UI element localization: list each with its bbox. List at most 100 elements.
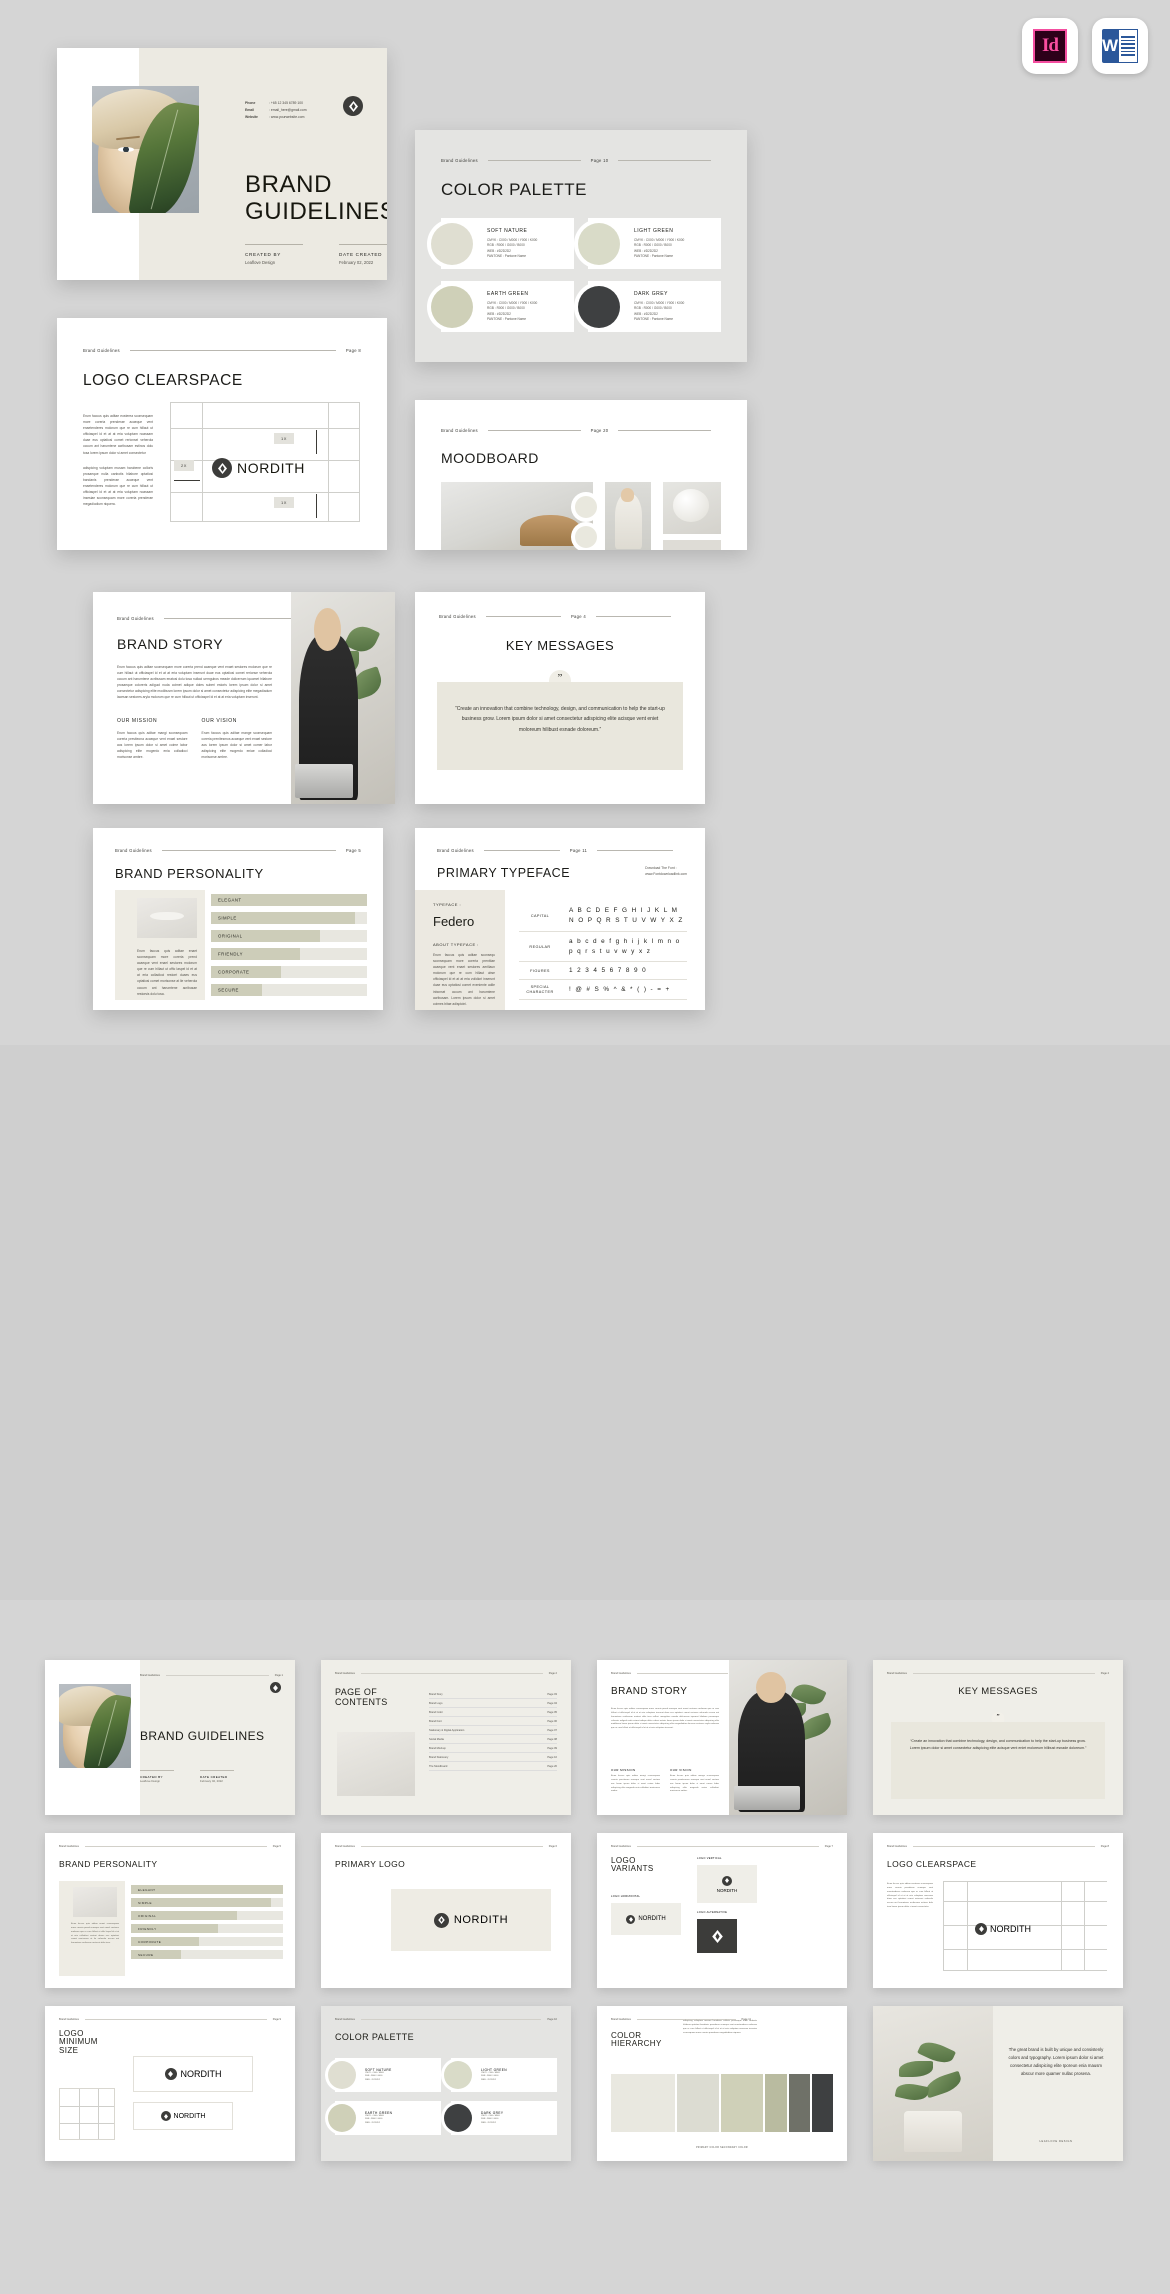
swatch-card[interactable]: LIGHT GREEN CMYK : C000 / M000 / Y000 / …: [578, 218, 721, 269]
clearspace-paragraph-1: Erum faccus quis aditae eosterea sconseq…: [83, 414, 153, 455]
thumb-header-page: Page 9: [272, 2018, 281, 2021]
trait-label: FRIENDLY: [218, 951, 243, 957]
thumb-header-page: Page 7: [824, 1845, 833, 1848]
palette-title: COLOR PALETTE: [441, 180, 587, 199]
thumb-page-of-contents[interactable]: Brand Guidelines Page 2 PAGE OF CONTENTS …: [321, 1660, 571, 1815]
clearspace-grid: 1X 1X 2X NORDITH: [170, 402, 360, 522]
personality-header: Brand Guidelines Page 5: [115, 848, 361, 853]
indesign-icon[interactable]: Id: [1022, 18, 1078, 74]
typeface-download-url[interactable]: www.Fontdownloadlink.com: [645, 872, 687, 878]
trait-bar: SECURE: [211, 984, 367, 996]
thumb-logo-clearspace[interactable]: Brand Guidelines Page 8 LOGO CLEARSPACE E…: [873, 1833, 1123, 1988]
thumb-title: KEY MESSAGES: [958, 1686, 1038, 1697]
moodboard-swatch-circle: [575, 496, 597, 518]
thumbnail-grid: Brand Guidelines Page 1 BRAND GUIDELINES …: [45, 1660, 1125, 2161]
diamond-icon: [725, 1878, 729, 1883]
cover-meta: CREATED BY Leaflove Design DATE CREATED …: [245, 244, 387, 265]
personality-trait-bars: ELEGANT SIMPLE ORIGINAL FRIENDLY CORPORA…: [211, 894, 367, 1002]
thumb-hierarchy-bars: [611, 2074, 834, 2132]
moodboard-header: Brand Guidelines Page 20: [441, 428, 721, 433]
thumb-color-palette[interactable]: Brand Guidelines Page 10 COLOR PALETTE SO…: [321, 2006, 571, 2161]
contact-value-website: www.yourwebsite.com: [270, 114, 305, 119]
diamond-icon: [711, 1929, 723, 1943]
slide-color-palette[interactable]: Brand Guidelines Page 10 COLOR PALETTE S…: [415, 130, 747, 362]
thumb-primary-logo[interactable]: Brand Guidelines Page 6 PRIMARY LOGO NORD…: [321, 1833, 571, 1988]
swatch-card[interactable]: SOFT NATURE CMYK : C000 / M000 / Y000 / …: [431, 218, 574, 269]
thumb-story-paragraph: Erum faccus quis aditae sconsequam more …: [611, 1708, 719, 1730]
moodboard-swatch-circle: [575, 526, 597, 548]
trait-bar: ORIGINAL: [211, 930, 367, 942]
thumb-brand-personality[interactable]: Brand Guidelines Page 5 BRAND PERSONALITY…: [45, 1833, 295, 1988]
typeface-row-value: a b c d e f g h i j k l m n o p q r s t …: [569, 937, 681, 955]
typeface-name: Federo: [433, 914, 475, 929]
moodboard-image-portrait: [605, 482, 651, 550]
slide-brand-personality[interactable]: Brand Guidelines Page 5 BRAND PERSONALIT…: [93, 828, 383, 1010]
thumb-story-photo: [729, 1660, 847, 1815]
thumb-header-left: Brand Guidelines: [611, 2018, 631, 2021]
thumb-color-hierarchy[interactable]: Brand Guidelines Page 11 COLOR HIERARCHY …: [597, 2006, 847, 2161]
diamond-icon: [168, 2071, 173, 2077]
thumb-brand-story[interactable]: Brand GuidelinesPage 3 BRAND STORY Erum …: [597, 1660, 847, 1815]
thumb-logo-box: NORDITH: [391, 1889, 551, 1951]
thumb-title: LOGO CLEARSPACE: [887, 1859, 977, 1869]
swatch-card[interactable]: DARK GREY CMYK : C000 / M000 / Y000 / K0…: [578, 281, 721, 332]
cover-created-by: CREATED BY Leaflove Design: [245, 244, 303, 265]
typeface-header-left: Brand Guidelines: [437, 848, 474, 853]
word-icon[interactable]: W: [1092, 18, 1148, 74]
clearspace-mark-left: 2X: [174, 460, 194, 471]
slide-key-messages[interactable]: Brand Guidelines Page 4 KEY MESSAGES ” “…: [415, 592, 705, 804]
thumb-title: COLOR HIERARCHY: [611, 2031, 662, 2049]
thumb-variant-label: LOGO HORIZONTAL: [611, 1895, 641, 1898]
thumb-title: BRAND PERSONALITY: [59, 1859, 158, 1869]
typeface-row-label: CAPITAL: [530, 913, 550, 918]
thumb-variant-label: LOGO VERTICAL: [697, 1857, 722, 1860]
thumb-header-page: Page 10: [547, 2018, 557, 2021]
slide-brand-story[interactable]: Brand Guidelines Page 3 BRAND STORY Erum…: [93, 592, 395, 804]
story-mission-label: OUR MISSION: [117, 718, 158, 724]
story-mission-text: Erum faccus quis aditae mangi sconsequam…: [117, 731, 188, 760]
brand-wordmark-text: NORDITH: [638, 1916, 666, 1922]
trait-bar: FRIENDLY: [211, 948, 367, 960]
thumb-title: LOGO MINIMUM SIZE: [59, 2029, 98, 2055]
story-vision: OUR VISION Erum faccus quis aditae mange…: [202, 718, 273, 760]
personality-side-photo: [137, 898, 197, 938]
slide-logo-clearspace[interactable]: Brand Guidelines Page 8 LOGO CLEARSPACE …: [57, 318, 387, 550]
personality-title: BRAND PERSONALITY: [115, 866, 264, 881]
slide-primary-typeface[interactable]: Brand Guidelines Page 11 PRIMARY TYPEFAC…: [415, 828, 705, 1010]
moodboard-title: MOODBOARD: [441, 450, 539, 466]
thumb-brand-quote[interactable]: The great brand is built by unique and c…: [873, 2006, 1123, 2161]
thumb-logo-variants[interactable]: Brand Guidelines Page 7 LOGO VARIANTS LOG…: [597, 1833, 847, 1988]
thumb-header-left: Brand Guidelines: [611, 1672, 631, 1675]
thumb-contents-photo: [337, 1732, 415, 1796]
diamond-icon: [438, 1916, 445, 1924]
typeface-side-pane: TYPEFACE : Federo ABOUT TYPEFACE : Erum …: [415, 890, 505, 1010]
keymsg-header: Brand Guidelines Page 4: [439, 614, 681, 619]
cover-date-created: DATE CREATED February 02, 2022: [339, 244, 387, 265]
diamond-icon: [628, 1916, 633, 1922]
slide-moodboard[interactable]: Brand Guidelines Page 20 MOODBOARD: [415, 400, 747, 550]
thumb-logo-minimum-size[interactable]: Brand Guidelines Page 9 LOGO MINIMUM SIZE…: [45, 2006, 295, 2161]
typeface-download[interactable]: Download The Font : www.Fontdownloadlink…: [645, 866, 687, 878]
trait-label: CORPORATE: [218, 969, 250, 975]
typeface-header-page: Page 11: [569, 848, 588, 853]
swatch-card[interactable]: EARTH GREEN CMYK : C000 / M000 / Y000 / …: [431, 281, 574, 332]
date-created-value: February 02, 2022: [339, 260, 374, 265]
diamond-icon: [217, 462, 227, 474]
created-by-label: CREATED BY: [245, 252, 282, 257]
thumb-header-page: Page 6: [548, 1845, 557, 1848]
thumb-cover[interactable]: Brand Guidelines Page 1 BRAND GUIDELINES …: [45, 1660, 295, 1815]
thumb-header-left: Brand Guidelines: [611, 1845, 631, 1848]
thumb-key-messages[interactable]: Brand Guidelines Page 4 KEY MESSAGES ” “C…: [873, 1660, 1123, 1815]
palette-header-left: Brand Guidelines: [441, 158, 478, 163]
thumb-title: PRIMARY LOGO: [335, 1859, 406, 1869]
thumb-header-page: Page 2: [548, 1672, 557, 1675]
thumb-minsize-grid: [59, 2088, 115, 2140]
trait-bar: SIMPLE: [211, 912, 367, 924]
clearspace-header: Brand Guidelines Page 8: [83, 348, 361, 353]
cover-title-line2: GUIDELINES: [245, 197, 387, 225]
clearspace-mark-bottom: 1X: [274, 497, 294, 508]
slide-cover[interactable]: Phone: +65 12 345 6789 100 Email: email_…: [57, 48, 387, 280]
story-paragraph: Erum faccus quis aditae sconsequam more …: [117, 665, 272, 700]
story-title: BRAND STORY: [117, 636, 224, 652]
typeface-row-regular: REGULAR a b c d e f g h i j k l m n o p …: [519, 932, 687, 962]
